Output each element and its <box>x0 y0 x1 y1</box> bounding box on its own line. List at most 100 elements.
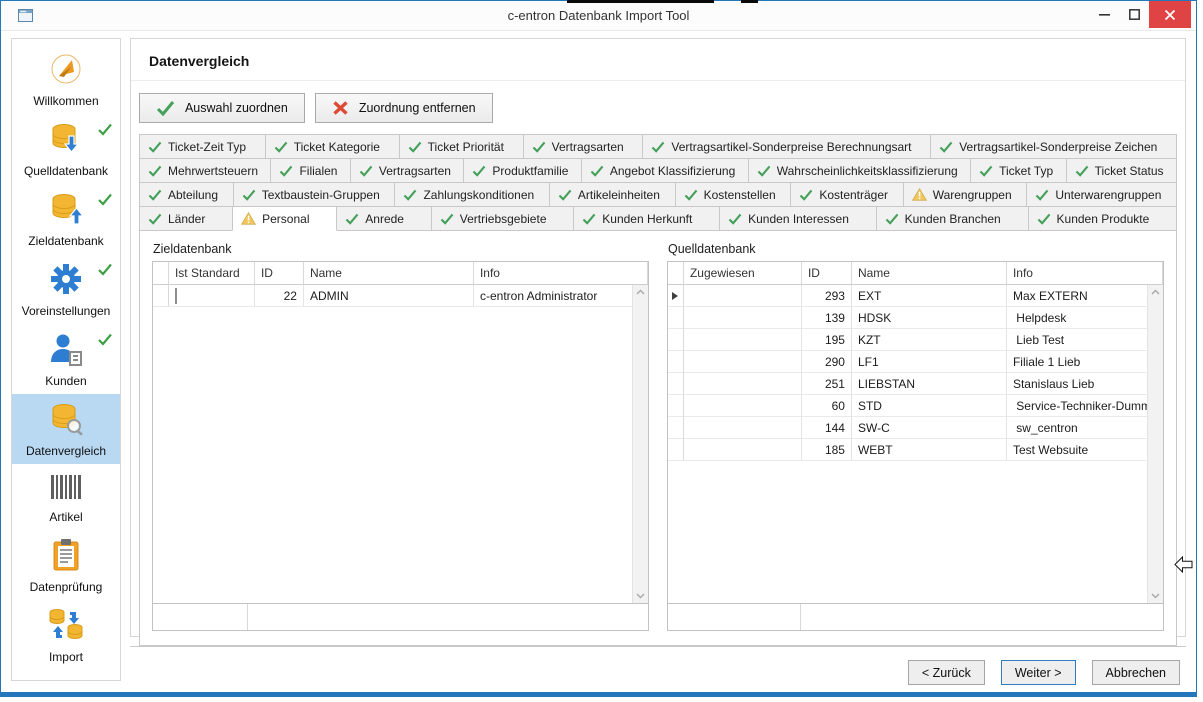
tab-label: Abteilung <box>168 188 218 202</box>
tab-ticket-status[interactable]: Ticket Status <box>1066 158 1177 183</box>
cell-zugewiesen <box>684 285 802 307</box>
tab-länder[interactable]: Länder <box>139 206 233 231</box>
cell-info: Max EXTERN <box>1007 285 1163 307</box>
tab-vertriebsgebiete[interactable]: Vertriebsgebiete <box>431 206 575 231</box>
table-row[interactable]: 290LF1Filiale 1 Lieb <box>668 351 1163 373</box>
table-row[interactable]: 195KZT Lieb Test <box>668 329 1163 351</box>
titlebar[interactable]: c-entron Datenbank Import Tool <box>1 1 1196 31</box>
row-indicator-header <box>153 262 169 285</box>
tab-label: Kostenstellen <box>704 188 776 202</box>
table-row[interactable]: 251LIEBSTANStanislaus Lieb <box>668 373 1163 395</box>
table-row[interactable]: 22ADMINc-entron Administrator <box>153 285 648 307</box>
tab-filialen[interactable]: Filialen <box>270 158 350 183</box>
completed-check-icon <box>97 263 113 281</box>
tab-wahrscheinlichkeitsklassifizierung[interactable]: Wahrscheinlichkeitsklassifizierung <box>748 158 971 183</box>
tab-abteilung[interactable]: Abteilung <box>139 182 234 207</box>
column-header-name[interactable]: Name <box>304 262 474 285</box>
sidebar-item-import[interactable]: Import <box>12 600 120 670</box>
sidebar: WillkommenQuelldatenbankZieldatenbankVor… <box>11 38 121 681</box>
footer-cell[interactable] <box>248 604 648 630</box>
tab-kostenträger[interactable]: Kostenträger <box>790 182 903 207</box>
tab-personal[interactable]: Personal <box>232 206 337 231</box>
next-button[interactable]: Weiter > <box>1001 660 1076 685</box>
tab-kunden-herkunft[interactable]: Kunden Herkunft <box>573 206 720 231</box>
sidebar-item-voreinstellungen[interactable]: Voreinstellungen <box>12 254 120 324</box>
cell-info: sw_centron <box>1007 417 1163 439</box>
page-title: Datenvergleich <box>131 39 1185 81</box>
table-row[interactable]: 139HDSK Helpdesk <box>668 307 1163 329</box>
back-button[interactable]: < Zurück <box>908 660 985 685</box>
tab-label: Länder <box>168 212 205 226</box>
sidebar-item-datenprüfung[interactable]: Datenprüfung <box>12 530 120 600</box>
row-indicator <box>668 329 684 351</box>
footer-cell[interactable] <box>153 604 248 630</box>
table-row[interactable]: 185WEBTTest Websuite <box>668 439 1163 461</box>
sidebar-item-kunden[interactable]: Kunden <box>12 324 120 394</box>
tab-ticket-typ[interactable]: Ticket Typ <box>970 158 1066 183</box>
tab-label: Filialen <box>299 164 337 178</box>
assign-selection-button[interactable]: Auswahl zuordnen <box>139 93 305 123</box>
tab-artikeleinheiten[interactable]: Artikeleinheiten <box>549 182 676 207</box>
tab-angebot-klassifizierung[interactable]: Angebot Klassifizierung <box>581 158 749 183</box>
column-header-info[interactable]: Info <box>474 262 648 285</box>
tab-vertragsarten[interactable]: Vertragsarten <box>350 158 464 183</box>
warning-icon <box>912 188 927 201</box>
tab-row-3: Abteilung Textbaustein-GruppenZahlungskon… <box>139 182 1177 207</box>
target-table-footer <box>152 604 649 631</box>
remove-assignment-button[interactable]: Zuordnung entfernen <box>315 93 493 123</box>
maximize-button[interactable] <box>1119 1 1149 28</box>
tab-vertragsarten[interactable]: Vertragsarten <box>523 134 644 159</box>
tab-warengruppen[interactable]: Warengruppen <box>903 182 1028 207</box>
tab-produktfamilie[interactable]: Produktfamilie <box>463 158 581 183</box>
tab-ticket-zeit-typ[interactable]: Ticket-Zeit Typ <box>139 134 266 159</box>
cell-zugewiesen <box>684 307 802 329</box>
table-row[interactable]: 293EXTMax EXTERN <box>668 285 1163 307</box>
cancel-button[interactable]: Abbrechen <box>1092 660 1180 685</box>
column-header-name[interactable]: Name <box>852 262 1007 285</box>
column-header-zugewiesen[interactable]: Zugewiesen <box>684 262 802 285</box>
tab-vertragsartikel-sonderpreise-berechnungsart[interactable]: Vertragsartikel-Sonderpreise Berechnungs… <box>642 134 931 159</box>
row-indicator <box>668 395 684 417</box>
sidebar-item-label: Datenvergleich <box>26 444 106 458</box>
source-table-scrollbar[interactable] <box>1147 285 1163 603</box>
sidebar-item-quelldatenbank[interactable]: Quelldatenbank <box>12 114 120 184</box>
database-search-icon <box>48 402 84 441</box>
tab-vertragsartikel-sonderpreise-zeichen[interactable]: Vertragsartikel-Sonderpreise Zeichen <box>930 134 1177 159</box>
minimize-button[interactable] <box>1089 1 1119 28</box>
tab-kostenstellen[interactable]: Kostenstellen <box>675 182 792 207</box>
column-header-ist-standard[interactable]: Ist Standard <box>169 262 255 285</box>
footer-cell[interactable] <box>801 604 1163 630</box>
column-header-info[interactable]: Info <box>1007 262 1163 285</box>
tab-kunden-branchen[interactable]: Kunden Branchen <box>876 206 1029 231</box>
tab-zahlungskonditionen[interactable]: Zahlungskonditionen <box>394 182 549 207</box>
target-table-scrollbar[interactable] <box>632 285 648 603</box>
cell-name: KZT <box>852 329 1007 351</box>
table-row[interactable]: 60STD Service-Techniker-Dummy <box>668 395 1163 417</box>
column-header-id[interactable]: ID <box>802 262 852 285</box>
close-icon <box>1164 9 1176 21</box>
sidebar-item-zieldatenbank[interactable]: Zieldatenbank <box>12 184 120 254</box>
tab-kunden-interessen[interactable]: Kunden Interessen <box>719 206 877 231</box>
close-button[interactable] <box>1149 1 1191 28</box>
column-header-id[interactable]: ID <box>255 262 304 285</box>
sidebar-item-willkommen[interactable]: Willkommen <box>12 44 120 114</box>
footer-cell[interactable] <box>668 604 801 630</box>
is-standard-checkbox[interactable] <box>175 288 177 304</box>
cell-id: 139 <box>802 307 852 329</box>
cell-name: HDSK <box>852 307 1007 329</box>
tab-unterwarengruppen[interactable]: Unterwarengruppen <box>1026 182 1177 207</box>
tab-label: Produktfamilie <box>492 164 568 178</box>
barcode-icon <box>48 472 84 507</box>
sidebar-item-datenvergleich[interactable]: Datenvergleich <box>12 394 120 464</box>
tab-kunden-produkte[interactable]: Kunden Produkte <box>1028 206 1178 231</box>
row-indicator <box>668 439 684 461</box>
tab-ticket-priorität[interactable]: Ticket Priorität <box>399 134 524 159</box>
table-row[interactable]: 144SW-C sw_centron <box>668 417 1163 439</box>
sidebar-item-artikel[interactable]: Artikel <box>12 464 120 530</box>
cell-info: Helpdesk <box>1007 307 1163 329</box>
tab-mehrwertsteuern[interactable]: Mehrwertsteuern <box>139 158 271 183</box>
cell-zugewiesen <box>684 373 802 395</box>
tab-ticket-kategorie[interactable]: Ticket Kategorie <box>265 134 400 159</box>
tab-anrede[interactable]: Anrede <box>336 206 431 231</box>
tab-textbaustein-gruppen[interactable]: Textbaustein-Gruppen <box>233 182 396 207</box>
